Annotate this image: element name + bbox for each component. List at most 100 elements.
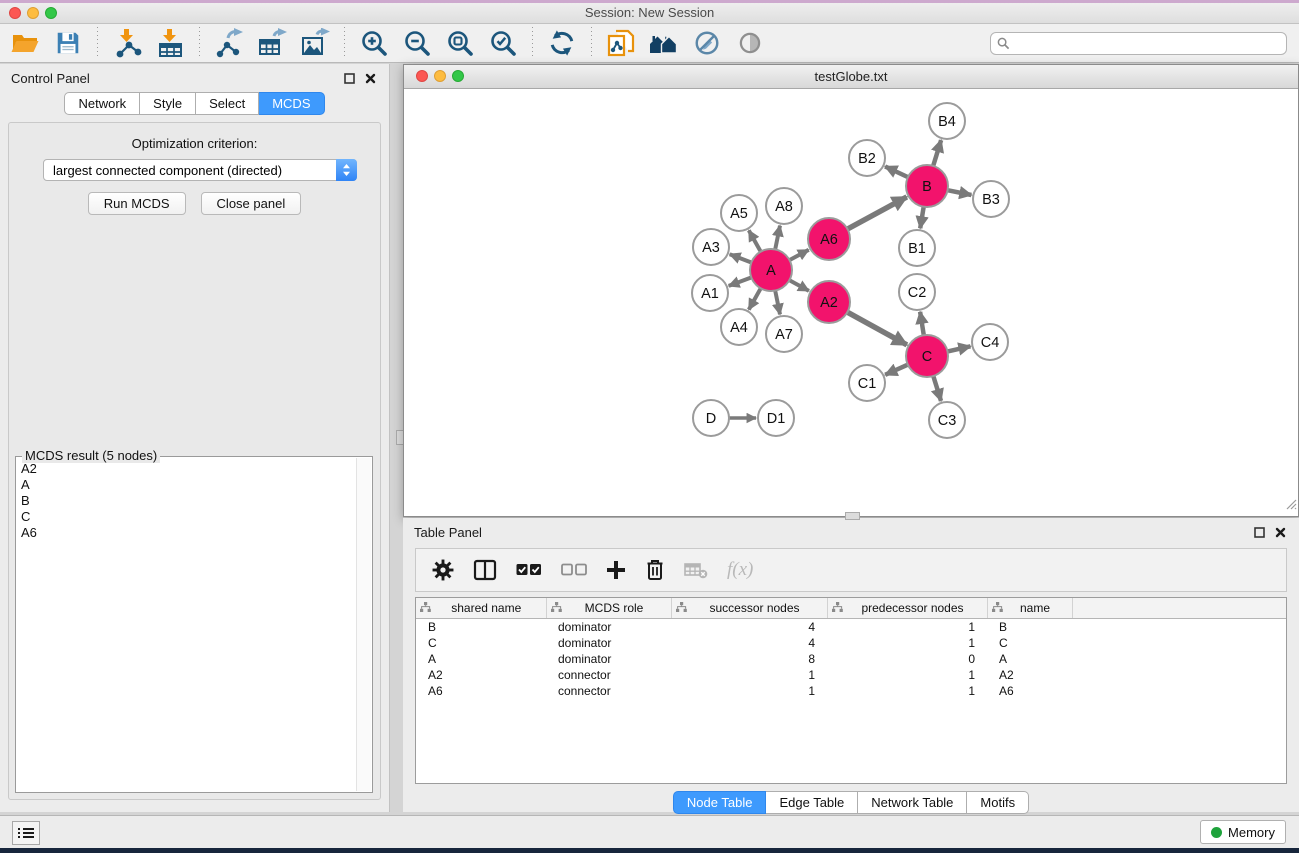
tab-select[interactable]: Select xyxy=(196,92,259,115)
graph-node-label: A1 xyxy=(701,286,719,302)
export-image-icon[interactable] xyxy=(298,26,332,60)
graph-edge-B-B4[interactable] xyxy=(933,140,942,168)
open-session-icon[interactable] xyxy=(8,26,42,60)
tab-mcds[interactable]: MCDS xyxy=(259,92,324,115)
search-input[interactable] xyxy=(990,32,1287,55)
import-table-icon[interactable] xyxy=(153,26,187,60)
clone-network-icon[interactable] xyxy=(604,26,638,60)
table-row[interactable]: Cdominator41C xyxy=(416,635,1286,651)
zoom-fit-icon[interactable] xyxy=(443,26,477,60)
mcds-result-item[interactable]: A2 xyxy=(21,461,356,477)
trash-icon[interactable] xyxy=(645,559,665,581)
tab-network-table[interactable]: Network Table xyxy=(858,791,967,814)
table-panel-header: Table Panel xyxy=(403,518,1299,546)
close-window-button[interactable] xyxy=(9,7,21,19)
tree-icon xyxy=(420,601,431,615)
export-table-icon[interactable] xyxy=(255,26,289,60)
horizontal-splitter-handle[interactable] xyxy=(845,512,860,520)
column-header-shared-name[interactable]: shared name xyxy=(416,598,546,619)
minimize-window-button[interactable] xyxy=(27,7,39,19)
toolbar-separator xyxy=(591,27,592,59)
mcds-result-item[interactable]: A xyxy=(21,477,356,493)
tree-icon xyxy=(676,601,687,615)
zoom-window-button[interactable] xyxy=(45,7,57,19)
select-all-icon[interactable] xyxy=(516,563,542,577)
graph-edge-A-A6[interactable] xyxy=(788,250,809,261)
network-window-titlebar: testGlobe.txt xyxy=(404,65,1298,89)
gear-icon[interactable] xyxy=(432,559,454,581)
network-minimize-button[interactable] xyxy=(434,70,446,82)
table-cell: 1 xyxy=(827,619,987,636)
mcds-result-item[interactable]: A6 xyxy=(21,525,356,541)
column-header-name[interactable]: name xyxy=(987,598,1072,619)
run-mcds-button[interactable]: Run MCDS xyxy=(88,192,186,215)
main-titlebar: Session: New Session xyxy=(0,3,1299,24)
zoom-selected-icon[interactable] xyxy=(486,26,520,60)
close-table-panel-icon[interactable] xyxy=(1272,525,1288,540)
criterion-dropdown[interactable]: largest connected component (directed) xyxy=(43,159,357,181)
import-network-icon[interactable] xyxy=(110,26,144,60)
mcds-result-item[interactable]: B xyxy=(21,493,356,509)
graph-edge-A6-B[interactable] xyxy=(846,197,907,230)
tab-node-table[interactable]: Node Table xyxy=(673,791,767,814)
table-cell: dominator xyxy=(546,651,671,667)
graph-edge-A-A2[interactable] xyxy=(788,279,809,291)
graph-edge-A-A3[interactable] xyxy=(730,254,754,263)
graph-edge-C-C4[interactable] xyxy=(946,346,971,352)
graph-edge-B-B1[interactable] xyxy=(920,205,924,229)
no-label-icon[interactable] xyxy=(690,26,724,60)
graph-node-label: A xyxy=(766,263,776,279)
network-canvas[interactable]: B4B2BB3A5A8A6A3B1AA1C2A2A4A7CC4C1C3DD1 xyxy=(404,89,1298,516)
table-cell: A6 xyxy=(416,683,546,699)
mcds-result-item[interactable]: C xyxy=(21,509,356,525)
memory-button[interactable]: Memory xyxy=(1200,820,1286,844)
table-cell: 1 xyxy=(827,683,987,699)
graph-edge-B-B3[interactable] xyxy=(946,190,972,195)
float-panel-icon[interactable] xyxy=(341,71,357,86)
save-session-icon[interactable] xyxy=(51,26,85,60)
graph-node-label: A4 xyxy=(730,320,748,336)
graph-edge-B-B2[interactable] xyxy=(885,167,910,179)
export-network-icon[interactable] xyxy=(212,26,246,60)
graph-edge-C-C3[interactable] xyxy=(933,374,941,401)
close-panel-button[interactable]: Close panel xyxy=(201,192,302,215)
split-columns-icon[interactable] xyxy=(473,559,497,581)
half-circle-eye-icon[interactable] xyxy=(733,26,767,60)
graph-node-label: B1 xyxy=(908,241,926,257)
tab-style[interactable]: Style xyxy=(140,92,196,115)
tab-network[interactable]: Network xyxy=(64,92,140,115)
tree-icon xyxy=(832,601,843,615)
table-row[interactable]: A2connector11A2 xyxy=(416,667,1286,683)
network-close-button[interactable] xyxy=(416,70,428,82)
table-row[interactable]: Adominator80A xyxy=(416,651,1286,667)
resize-grip-icon[interactable] xyxy=(1284,497,1297,515)
task-history-button[interactable] xyxy=(12,821,40,845)
graph-edge-A-A7[interactable] xyxy=(775,289,780,315)
zoom-out-icon[interactable] xyxy=(400,26,434,60)
graph-node-label: B4 xyxy=(938,114,956,130)
graph-edge-C-C2[interactable] xyxy=(920,312,924,337)
houses-icon[interactable] xyxy=(647,26,681,60)
graph-edge-A-A1[interactable] xyxy=(729,277,754,286)
graph-edge-A-A4[interactable] xyxy=(749,287,762,310)
network-zoom-button[interactable] xyxy=(452,70,464,82)
deselect-all-icon[interactable] xyxy=(561,563,587,577)
float-table-panel-icon[interactable] xyxy=(1251,525,1267,540)
column-header-mcds-role[interactable]: MCDS role xyxy=(546,598,671,619)
column-header-predecessor-nodes[interactable]: predecessor nodes xyxy=(827,598,987,619)
graph-edge-A2-C[interactable] xyxy=(846,311,907,345)
graph-edge-A-A5[interactable] xyxy=(749,230,762,253)
tab-motifs[interactable]: Motifs xyxy=(967,791,1029,814)
table-row[interactable]: Bdominator41B xyxy=(416,619,1286,636)
graph-node-label: C2 xyxy=(908,285,927,301)
column-header-successor-nodes[interactable]: successor nodes xyxy=(671,598,827,619)
tab-edge-table[interactable]: Edge Table xyxy=(766,791,858,814)
close-panel-icon[interactable] xyxy=(362,71,378,86)
zoom-in-icon[interactable] xyxy=(357,26,391,60)
graph-edge-A-A8[interactable] xyxy=(775,226,780,252)
graph-edge-C-C1[interactable] xyxy=(885,364,910,375)
refresh-icon[interactable] xyxy=(545,26,579,60)
result-scrollbar[interactable] xyxy=(356,458,371,791)
add-column-icon[interactable] xyxy=(606,560,626,580)
table-row[interactable]: A6connector11A6 xyxy=(416,683,1286,699)
